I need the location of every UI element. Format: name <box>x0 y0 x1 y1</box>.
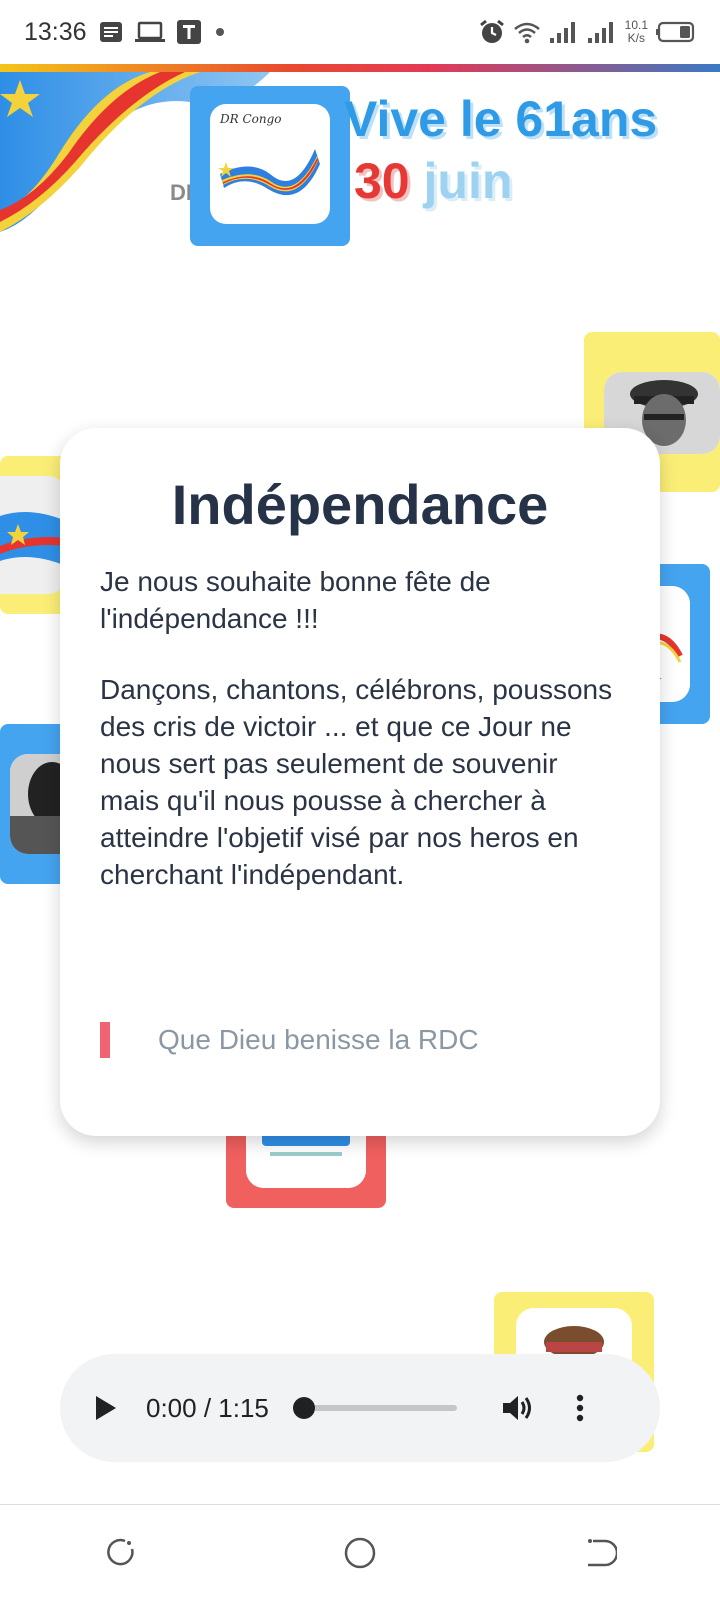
audio-time-display: 0:00 / 1:15 <box>146 1392 269 1423</box>
signal-icon <box>587 22 613 43</box>
more-options-icon[interactable] <box>575 1393 585 1423</box>
audio-player: 0:00 / 1:15 <box>60 1354 660 1462</box>
card-quote: Que Dieu benisse la RDC <box>100 1022 479 1058</box>
header-gradient-line <box>0 64 720 72</box>
alarm-icon <box>479 19 504 43</box>
card-title: Indépendance <box>171 473 549 536</box>
card-paragraph-2: Dançons, chantons, célébrons, poussons d… <box>100 674 613 890</box>
wifi-icon <box>513 22 540 44</box>
card-paragraph-1: Je nous souhaite bonne fête de l'indépen… <box>100 566 491 634</box>
headline-date-month: juin <box>409 153 513 209</box>
signal-icon <box>549 22 575 43</box>
laptop-icon <box>134 21 165 42</box>
speed-unit: K/s <box>627 31 645 45</box>
notes-icon <box>99 22 122 42</box>
headline-date-number: 30 <box>354 153 410 209</box>
battery-icon <box>656 21 695 43</box>
volume-icon[interactable] <box>501 1393 535 1423</box>
back-icon[interactable] <box>583 1536 617 1570</box>
home-icon[interactable] <box>343 1536 377 1570</box>
recent-apps-icon[interactable] <box>103 1536 137 1570</box>
audio-seek-slider[interactable] <box>292 1397 457 1419</box>
status-bar: 13:36 10.1 K/s <box>0 0 720 64</box>
dr-congo-logo: DR Congo <box>210 104 330 224</box>
headline-date: 30 juin <box>354 152 512 210</box>
independence-card: Indépendance Je nous souhaite bonne fête… <box>60 428 660 1136</box>
system-nav-bar <box>0 1504 720 1600</box>
seek-thumb[interactable] <box>292 1397 315 1419</box>
t-app-icon <box>176 20 201 44</box>
headline-title: Vive le 61ans <box>344 91 658 147</box>
app-logo-tile: DR Congo <box>190 86 350 246</box>
play-icon[interactable] <box>90 1393 120 1423</box>
logo-caption: DR Congo <box>220 112 282 126</box>
quote-text: Que Dieu benisse la RDC <box>158 1024 479 1055</box>
status-time: 13:36 <box>24 17 87 46</box>
dot-icon <box>215 28 224 36</box>
network-speed: 10.1 K/s <box>625 19 648 45</box>
quote-accent-bar <box>100 1022 110 1058</box>
